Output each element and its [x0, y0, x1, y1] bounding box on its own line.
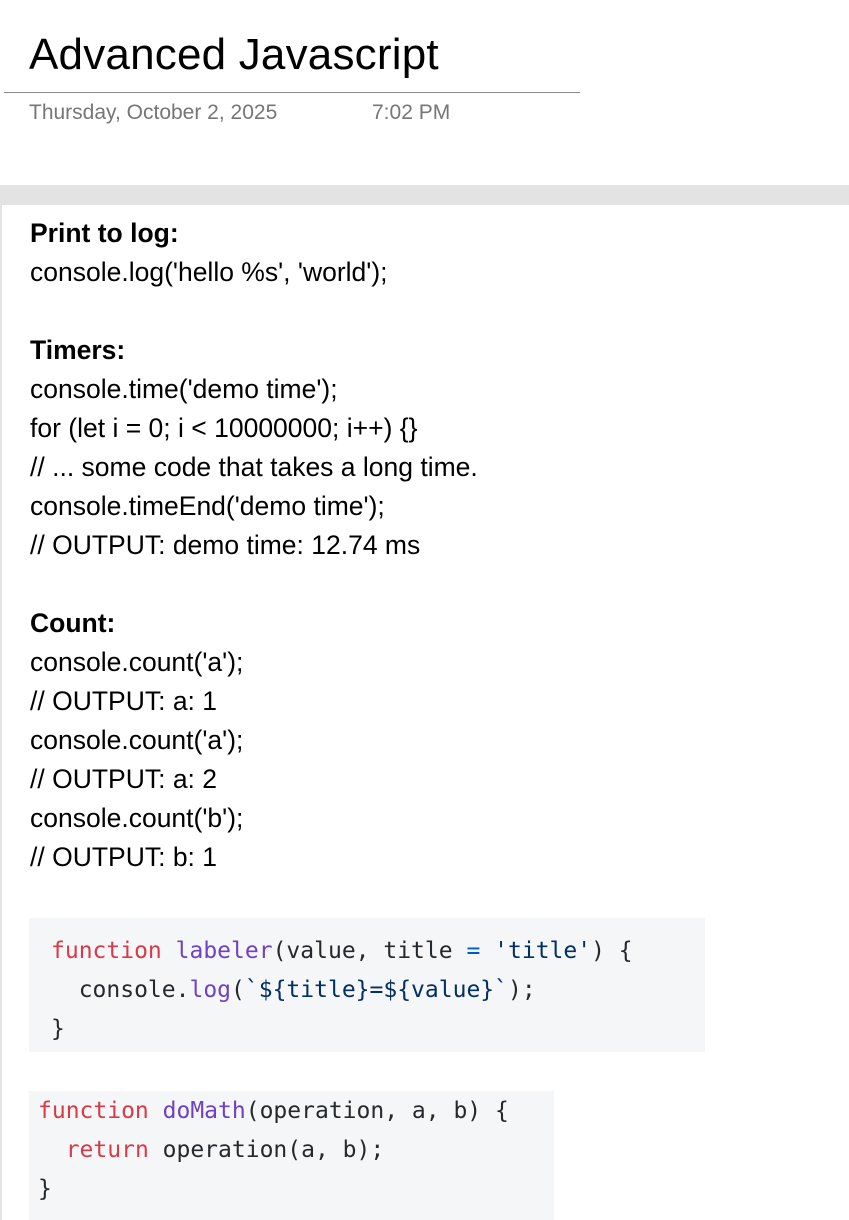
note-line: // OUTPUT: a: 2: [30, 764, 218, 794]
code-token-plain: ) {: [591, 938, 633, 964]
note-line: // OUTPUT: a: 1: [30, 686, 218, 716]
note-line: console.count('a');: [30, 725, 244, 755]
code-line: function doMath(operation, a, b) {: [38, 1092, 554, 1131]
code-line: }: [51, 1010, 705, 1049]
page-time: 7:02 PM: [372, 101, 451, 124]
note-content[interactable]: Print to log: console.log('hello %s', 'wo…: [30, 214, 830, 877]
note-line: for (let i = 0; i < 10000000; i++) {}: [30, 413, 418, 443]
note-line: console.log('hello %s', 'world');: [30, 257, 388, 287]
note-line: // OUTPUT: demo time: 12.74 ms: [30, 530, 421, 560]
code-line: function labeler(value, title = 'title')…: [51, 932, 705, 971]
code-token-plain: (: [231, 977, 245, 1003]
code-token-keyword: function: [38, 1098, 149, 1124]
note-line: console.time('demo time');: [30, 374, 338, 404]
code-block-domath[interactable]: function doMath(operation, a, b) { retur…: [29, 1091, 554, 1220]
canvas-left-border: [0, 205, 2, 1220]
code-token-keyword: return: [65, 1137, 149, 1163]
code-block-labeler[interactable]: function labeler(value, title = 'title')…: [29, 918, 705, 1052]
note-line: console.count('b');: [30, 803, 244, 833]
note-heading: Print to log:: [30, 218, 179, 248]
note-line: console.count('a');: [30, 647, 244, 677]
page-header: Advanced Javascript Thursday, October 2,…: [0, 0, 849, 185]
code-token-plain: );: [508, 977, 536, 1003]
code-line: }: [38, 1170, 554, 1209]
canvas-top-border: [0, 185, 849, 205]
code-token-string: `${title}=${value}`: [244, 977, 508, 1003]
code-token-plain: (operation, a, b) {: [245, 1098, 509, 1124]
code-token-plain: operation(a, b);: [148, 1137, 385, 1163]
code-token-plain: }: [51, 1016, 65, 1042]
page-date: Thursday, October 2, 2025: [29, 101, 278, 124]
code-token-op: =: [466, 938, 481, 964]
code-token-plain: (value, title: [272, 938, 467, 964]
note-heading: Count:: [30, 608, 116, 638]
note-line: console.timeEnd('demo time');: [30, 491, 385, 521]
title-divider: [4, 92, 580, 93]
code-token-string: 'title': [494, 938, 592, 964]
note-line: // OUTPUT: b: 1: [30, 842, 218, 872]
note-line: // ... some code that takes a long time.: [30, 452, 478, 482]
page-title[interactable]: Advanced Javascript: [29, 26, 439, 84]
code-token-func: log: [189, 977, 232, 1003]
code-token-plain: }: [38, 1176, 52, 1202]
note-heading: Timers:: [30, 335, 126, 365]
code-token-keyword: function: [51, 938, 162, 964]
code-line: console.log(`${title}=${value}`);: [51, 971, 705, 1010]
code-token-func: doMath: [162, 1098, 246, 1124]
code-token-func: labeler: [175, 938, 273, 964]
code-line: return operation(a, b);: [38, 1131, 554, 1170]
code-token-plain: console.: [51, 977, 190, 1003]
